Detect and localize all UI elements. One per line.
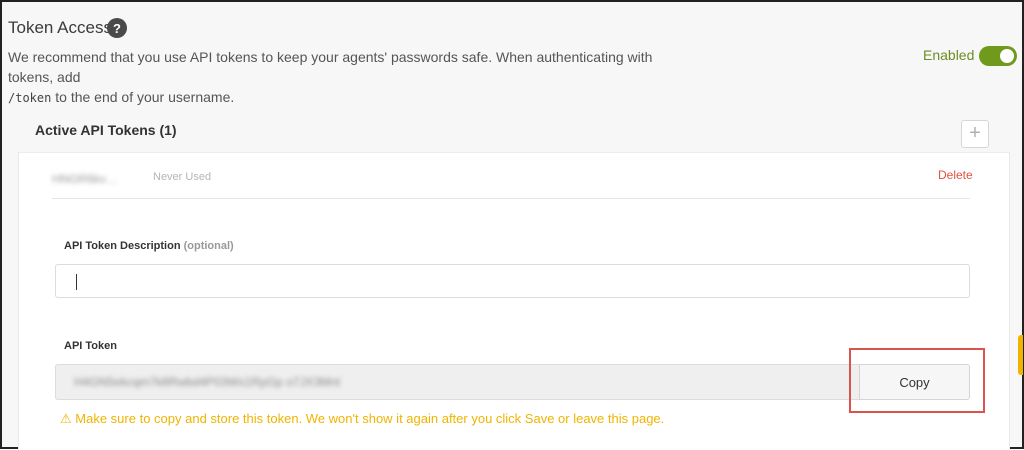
api-token-field[interactable]: H4GN5ekcqm7k8Rwbd4P03Ws1RpGp o7JX3Mnt [55,364,860,400]
api-token-label: API Token [64,340,117,352]
description-text: We recommend that you use API tokens to … [8,49,653,85]
divider [52,198,970,199]
text-caret [76,274,77,290]
help-icon[interactable]: ? [107,18,127,38]
description-code: /token [8,91,52,105]
token-description-input[interactable] [55,264,970,298]
active-tokens-heading: Active API Tokens (1) [35,122,177,138]
token-access-description: We recommend that you use API tokens to … [8,47,688,108]
optional-tag: (optional) [183,240,234,252]
token-status: Never Used [153,171,212,183]
page-title: Token Access [8,18,112,37]
description-field-label: API Token Description (optional) [64,240,234,252]
description-text-end: to the end of your username. [51,89,235,105]
copy-warning: ⚠ Make sure to copy and store this token… [60,411,664,427]
warning-icon: ⚠ [60,411,72,426]
side-tab[interactable] [1018,335,1023,375]
add-token-button[interactable]: + [961,120,989,148]
enabled-label: Enabled [923,47,975,63]
token-access-toggle[interactable] [979,46,1017,66]
delete-token-link[interactable]: Delete [938,168,973,182]
description-label-text: API Token Description [64,240,181,252]
copy-highlight-box [849,348,985,413]
toggle-knob [1000,49,1014,63]
warning-text: Make sure to copy and store this token. … [75,411,665,426]
token-name: HNGR6kv… [52,172,119,186]
api-token-value: H4GN5ekcqm7k8Rwbd4P03Ws1RpGp o7JX3Mnt [74,375,341,389]
